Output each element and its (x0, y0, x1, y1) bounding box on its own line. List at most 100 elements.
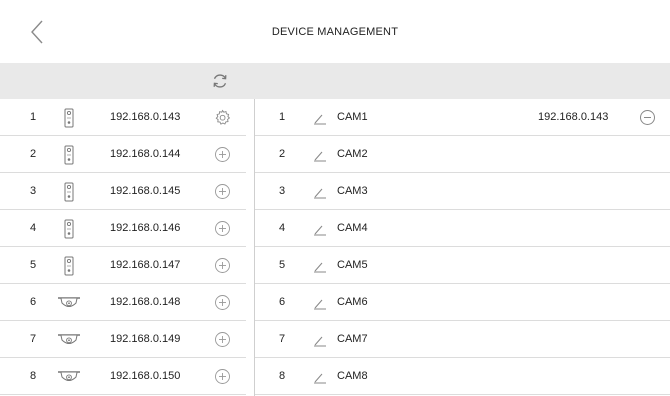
camera-name: CAM6 (337, 296, 368, 308)
panel-divider (246, 99, 254, 396)
door-station-icon-wrap (64, 182, 74, 207)
device-number: 6 (30, 296, 37, 308)
door-station-icon-wrap (64, 256, 74, 281)
device-ip: 192.168.0.146 (110, 222, 181, 234)
camera-name: CAM4 (337, 222, 368, 234)
camera-number: 4 (279, 222, 286, 234)
device-number: 1 (30, 111, 37, 123)
camera-ip: 192.168.0.143 (538, 111, 609, 123)
add-device-button[interactable] (214, 220, 231, 237)
camera-name: CAM3 (337, 185, 368, 197)
gear-icon (215, 109, 231, 125)
dome-camera-icon (58, 297, 80, 307)
device-list: 1 192.168.0.143 2 192.168.0.144 3 192.168.0.1… (0, 99, 247, 396)
plus-circle-icon (215, 332, 230, 347)
refresh-icon (213, 74, 227, 88)
plus-circle-icon (215, 184, 230, 199)
edit-camera-name-button[interactable] (312, 371, 328, 384)
pencil-icon (314, 262, 326, 273)
edit-camera-name-button[interactable] (312, 149, 328, 162)
plus-circle-icon (215, 258, 230, 273)
plus-circle-icon (215, 147, 230, 162)
pencil-icon (314, 114, 326, 125)
device-row[interactable]: 7 192.168.0.149 (0, 321, 246, 358)
dome-camera-icon (58, 371, 80, 381)
add-device-button[interactable] (214, 257, 231, 274)
add-device-button[interactable] (214, 183, 231, 200)
device-row[interactable]: 3 192.168.0.145 (0, 173, 246, 210)
edit-camera-name-button[interactable] (312, 112, 328, 125)
device-number: 3 (30, 185, 37, 197)
device-row[interactable]: 2 192.168.0.144 (0, 136, 246, 173)
camera-row[interactable]: 2 CAM2 (255, 136, 670, 173)
device-ip: 192.168.0.145 (110, 185, 181, 197)
add-device-button[interactable] (214, 146, 231, 163)
device-ip: 192.168.0.147 (110, 259, 181, 271)
device-number: 7 (30, 333, 37, 345)
camera-row[interactable]: 6 CAM6 (255, 284, 670, 321)
device-row[interactable]: 4 192.168.0.146 (0, 210, 246, 247)
plus-circle-icon (215, 221, 230, 236)
camera-row[interactable]: 5 CAM5 (255, 247, 670, 284)
door-station-icon (64, 182, 74, 202)
camera-row[interactable]: 4 CAM4 (255, 210, 670, 247)
edit-camera-name-button[interactable] (312, 260, 328, 273)
camera-name: CAM2 (337, 148, 368, 160)
edit-camera-name-button[interactable] (312, 223, 328, 236)
edit-camera-name-button[interactable] (312, 297, 328, 310)
camera-number: 7 (279, 333, 286, 345)
pencil-icon (314, 188, 326, 199)
header-bar: DEVICE MANAGEMENT (0, 0, 670, 64)
device-ip: 192.168.0.143 (110, 111, 181, 123)
pencil-icon (314, 225, 326, 236)
pencil-icon (314, 151, 326, 162)
refresh-button[interactable] (211, 72, 229, 90)
door-station-icon (64, 108, 74, 128)
camera-name: CAM5 (337, 259, 368, 271)
camera-name: CAM8 (337, 370, 368, 382)
door-station-icon (64, 256, 74, 276)
add-device-button[interactable] (214, 331, 231, 348)
device-row[interactable]: 1 192.168.0.143 (0, 99, 246, 136)
camera-row[interactable]: 8 CAM8 (255, 358, 670, 395)
camera-row[interactable]: 7 CAM7 (255, 321, 670, 358)
dome-camera-icon-wrap (57, 295, 81, 316)
plus-circle-icon (215, 369, 230, 384)
door-station-icon-wrap (64, 145, 74, 170)
door-station-icon-wrap (64, 108, 74, 133)
camera-list: 1 CAM1 192.168.0.143 2 CAM2 3 CAM3 4 CAM4 5 CAM5 6 C… (254, 99, 670, 396)
remove-camera-button[interactable] (639, 109, 656, 126)
toolbar (0, 63, 670, 99)
dome-camera-icon-wrap (57, 332, 81, 353)
add-device-button[interactable] (214, 294, 231, 311)
edit-camera-name-button[interactable] (312, 186, 328, 199)
minus-circle-icon (640, 110, 655, 125)
add-device-button[interactable] (214, 368, 231, 385)
device-ip: 192.168.0.149 (110, 333, 181, 345)
plus-circle-icon (215, 295, 230, 310)
door-station-icon (64, 145, 74, 165)
camera-number: 8 (279, 370, 286, 382)
camera-number: 3 (279, 185, 286, 197)
device-number: 5 (30, 259, 37, 271)
camera-row[interactable]: 3 CAM3 (255, 173, 670, 210)
device-row[interactable]: 5 192.168.0.147 (0, 247, 246, 284)
camera-number: 1 (279, 111, 286, 123)
device-ip: 192.168.0.150 (110, 370, 181, 382)
pencil-icon (314, 373, 326, 384)
dome-camera-icon-wrap (57, 369, 81, 390)
camera-row[interactable]: 1 CAM1 192.168.0.143 (255, 99, 670, 136)
device-number: 8 (30, 370, 37, 382)
door-station-icon (64, 219, 74, 239)
camera-number: 2 (279, 148, 286, 160)
device-number: 2 (30, 148, 37, 160)
camera-number: 6 (279, 296, 286, 308)
pencil-icon (314, 299, 326, 310)
dome-camera-icon (58, 334, 80, 344)
edit-camera-name-button[interactable] (312, 334, 328, 347)
device-ip: 192.168.0.144 (110, 148, 181, 160)
device-row[interactable]: 6 192.168.0.148 (0, 284, 246, 321)
pencil-icon (314, 336, 326, 347)
device-settings-button[interactable] (214, 109, 231, 126)
device-row[interactable]: 8 192.168.0.150 (0, 358, 246, 395)
